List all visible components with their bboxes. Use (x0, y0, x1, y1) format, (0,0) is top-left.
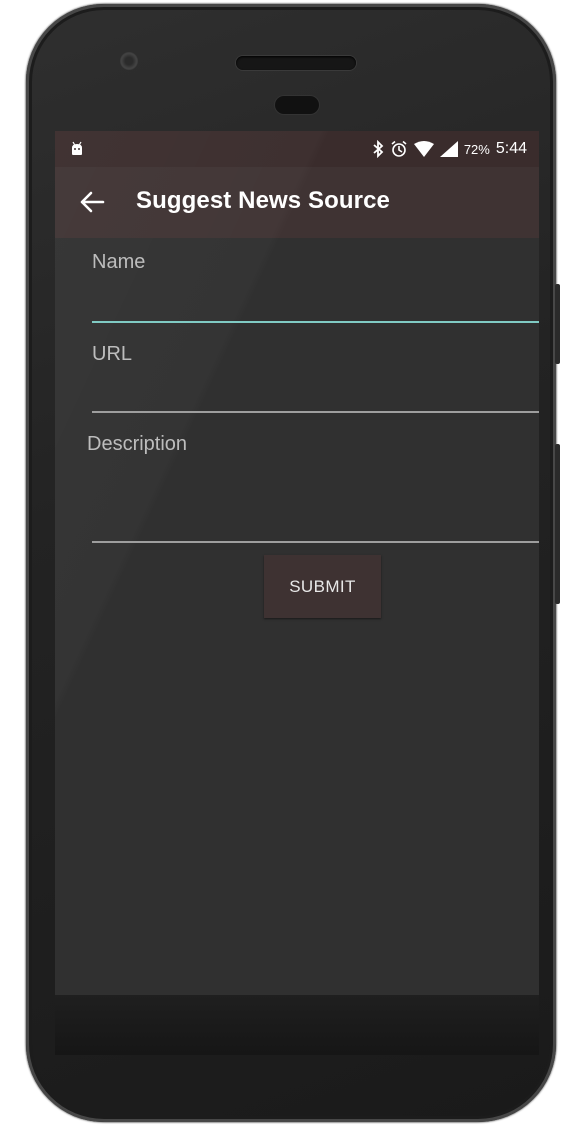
earpiece-speaker (236, 56, 356, 70)
screen: 72% 5:44 Suggest News Source Name URL De… (55, 131, 539, 995)
toolbar: Suggest News Source (55, 167, 539, 238)
url-input[interactable] (92, 377, 539, 405)
proximity-sensor (275, 96, 319, 114)
status-icons: 72% 5:44 (372, 139, 527, 159)
name-input[interactable] (92, 287, 539, 315)
signal-icon (439, 141, 458, 157)
front-camera (120, 52, 138, 70)
page-title: Suggest News Source (136, 187, 390, 214)
phone-frame: 72% 5:44 Suggest News Source Name URL De… (26, 4, 560, 1122)
url-underline (92, 411, 539, 413)
description-label: Description (87, 433, 188, 455)
submit-button[interactable]: SUBMIT (264, 555, 381, 618)
name-underline (92, 321, 539, 323)
status-time: 5:44 (495, 140, 527, 157)
device-chin (55, 995, 539, 1055)
status-bar: 72% 5:44 (55, 131, 539, 167)
volume-button (555, 444, 560, 604)
battery-percent: 72% (463, 141, 490, 157)
description-input[interactable] (92, 469, 539, 529)
power-button (555, 284, 560, 364)
arrow-back-icon[interactable] (77, 187, 107, 217)
name-label: Name (92, 251, 146, 273)
bluetooth-icon (373, 140, 384, 158)
description-underline (92, 541, 539, 543)
url-label: URL (92, 343, 133, 365)
android-icon (72, 141, 82, 155)
alarm-icon (391, 140, 407, 157)
wifi-icon (413, 141, 434, 157)
